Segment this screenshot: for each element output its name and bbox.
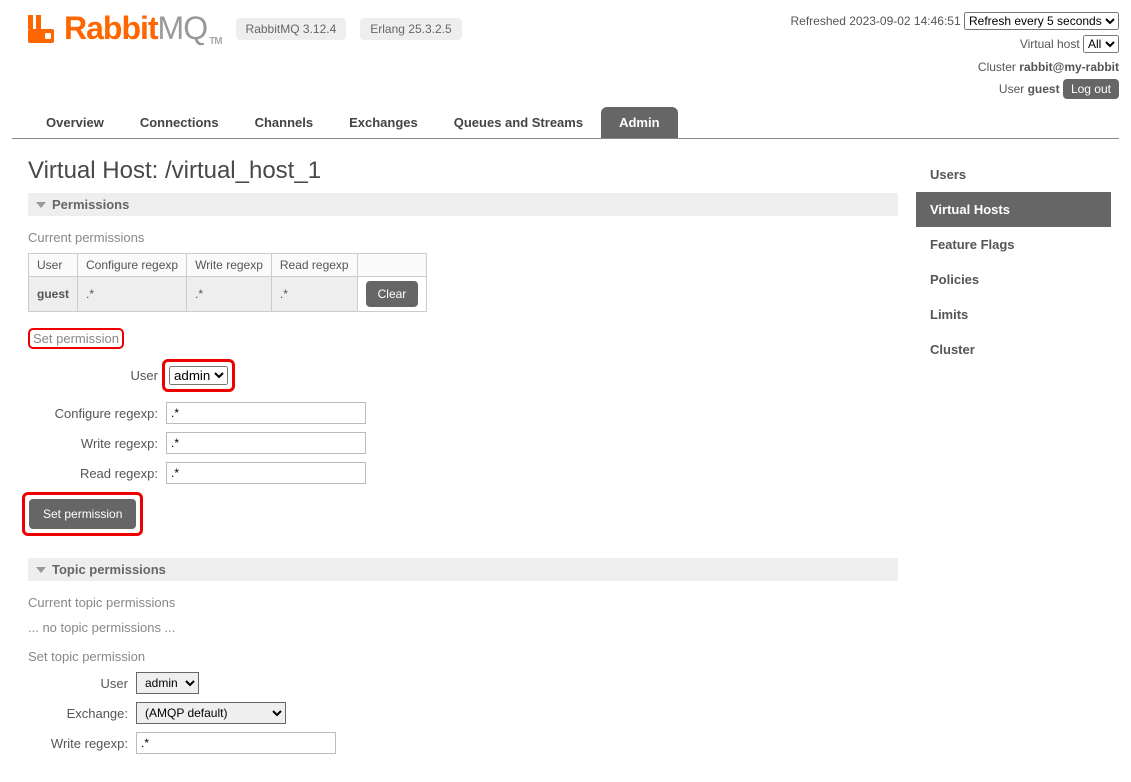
sidebar-item-policies[interactable]: Policies [916,262,1111,297]
topic-user-label: User [28,676,128,691]
vhost-label: Virtual host [1020,37,1080,51]
main-nav: Overview Connections Channels Exchanges … [12,107,1119,139]
refreshed-at: 2023-09-02 14:46:51 [849,14,960,28]
cluster-label: Cluster [978,60,1016,74]
tab-queues[interactable]: Queues and Streams [436,107,601,138]
no-topic-permissions: ... no topic permissions ... [28,620,898,635]
user-label: User [999,82,1024,96]
sidebar-item-users[interactable]: Users [916,157,1111,192]
tab-admin[interactable]: Admin [601,107,677,138]
set-perm-write-input[interactable] [166,432,366,454]
rabbitmq-logo-icon [28,15,54,43]
erlang-version-badge: Erlang 25.3.2.5 [360,18,461,40]
tab-connections[interactable]: Connections [122,107,237,138]
section-topic-permissions-toggle[interactable]: Topic permissions [28,558,898,581]
th-user: User [29,254,78,277]
tab-channels[interactable]: Channels [237,107,332,138]
set-perm-conf-label: Configure regexp: [28,406,158,421]
th-configure: Configure regexp [78,254,187,277]
topic-exchange-label: Exchange: [28,706,128,721]
vhost-select[interactable]: All [1083,35,1119,53]
tab-overview[interactable]: Overview [28,107,122,138]
chevron-down-icon [36,567,46,573]
current-topic-permissions-heading: Current topic permissions [28,595,898,610]
logo-text: RabbitMQTM [64,10,222,47]
set-permission-button[interactable]: Set permission [29,499,136,529]
clear-permission-button[interactable]: Clear [366,281,419,307]
th-read: Read regexp [271,254,357,277]
permissions-table: User Configure regexp Write regexp Read … [28,253,427,312]
logout-button[interactable]: Log out [1063,79,1119,99]
refresh-interval-select[interactable]: Refresh every 5 seconds [964,12,1119,30]
set-perm-write-label: Write regexp: [28,436,158,451]
sidebar-item-cluster[interactable]: Cluster [916,332,1111,367]
cluster-value: rabbit@my-rabbit [1019,60,1119,74]
admin-sidebar: Users Virtual Hosts Feature Flags Polici… [916,151,1111,762]
set-perm-conf-input[interactable] [166,402,366,424]
chevron-down-icon [36,202,46,208]
refreshed-label: Refreshed [791,14,846,28]
set-perm-user-label: User [28,368,158,383]
section-permissions-toggle[interactable]: Permissions [28,193,898,216]
sidebar-item-vhosts[interactable]: Virtual Hosts [916,192,1111,227]
topic-write-label: Write regexp: [28,736,128,751]
set-perm-user-select[interactable]: admin [169,366,228,385]
set-perm-read-input[interactable] [166,462,366,484]
set-topic-permission-heading: Set topic permission [28,649,898,664]
sidebar-item-feature-flags[interactable]: Feature Flags [916,227,1111,262]
set-perm-read-label: Read regexp: [28,466,158,481]
tab-exchanges[interactable]: Exchanges [331,107,436,138]
sidebar-item-limits[interactable]: Limits [916,297,1111,332]
page-title: Virtual Host: /virtual_host_1 [28,157,898,185]
topic-write-input[interactable] [136,732,336,754]
user-value: guest [1028,82,1060,96]
set-permission-heading: Set permission [28,328,124,349]
table-row: guest .* .* .* Clear [29,277,427,312]
current-permissions-heading: Current permissions [28,230,898,245]
rabbitmq-version-badge: RabbitMQ 3.12.4 [236,18,347,40]
th-write: Write regexp [187,254,272,277]
topic-user-select[interactable]: admin [136,672,199,694]
